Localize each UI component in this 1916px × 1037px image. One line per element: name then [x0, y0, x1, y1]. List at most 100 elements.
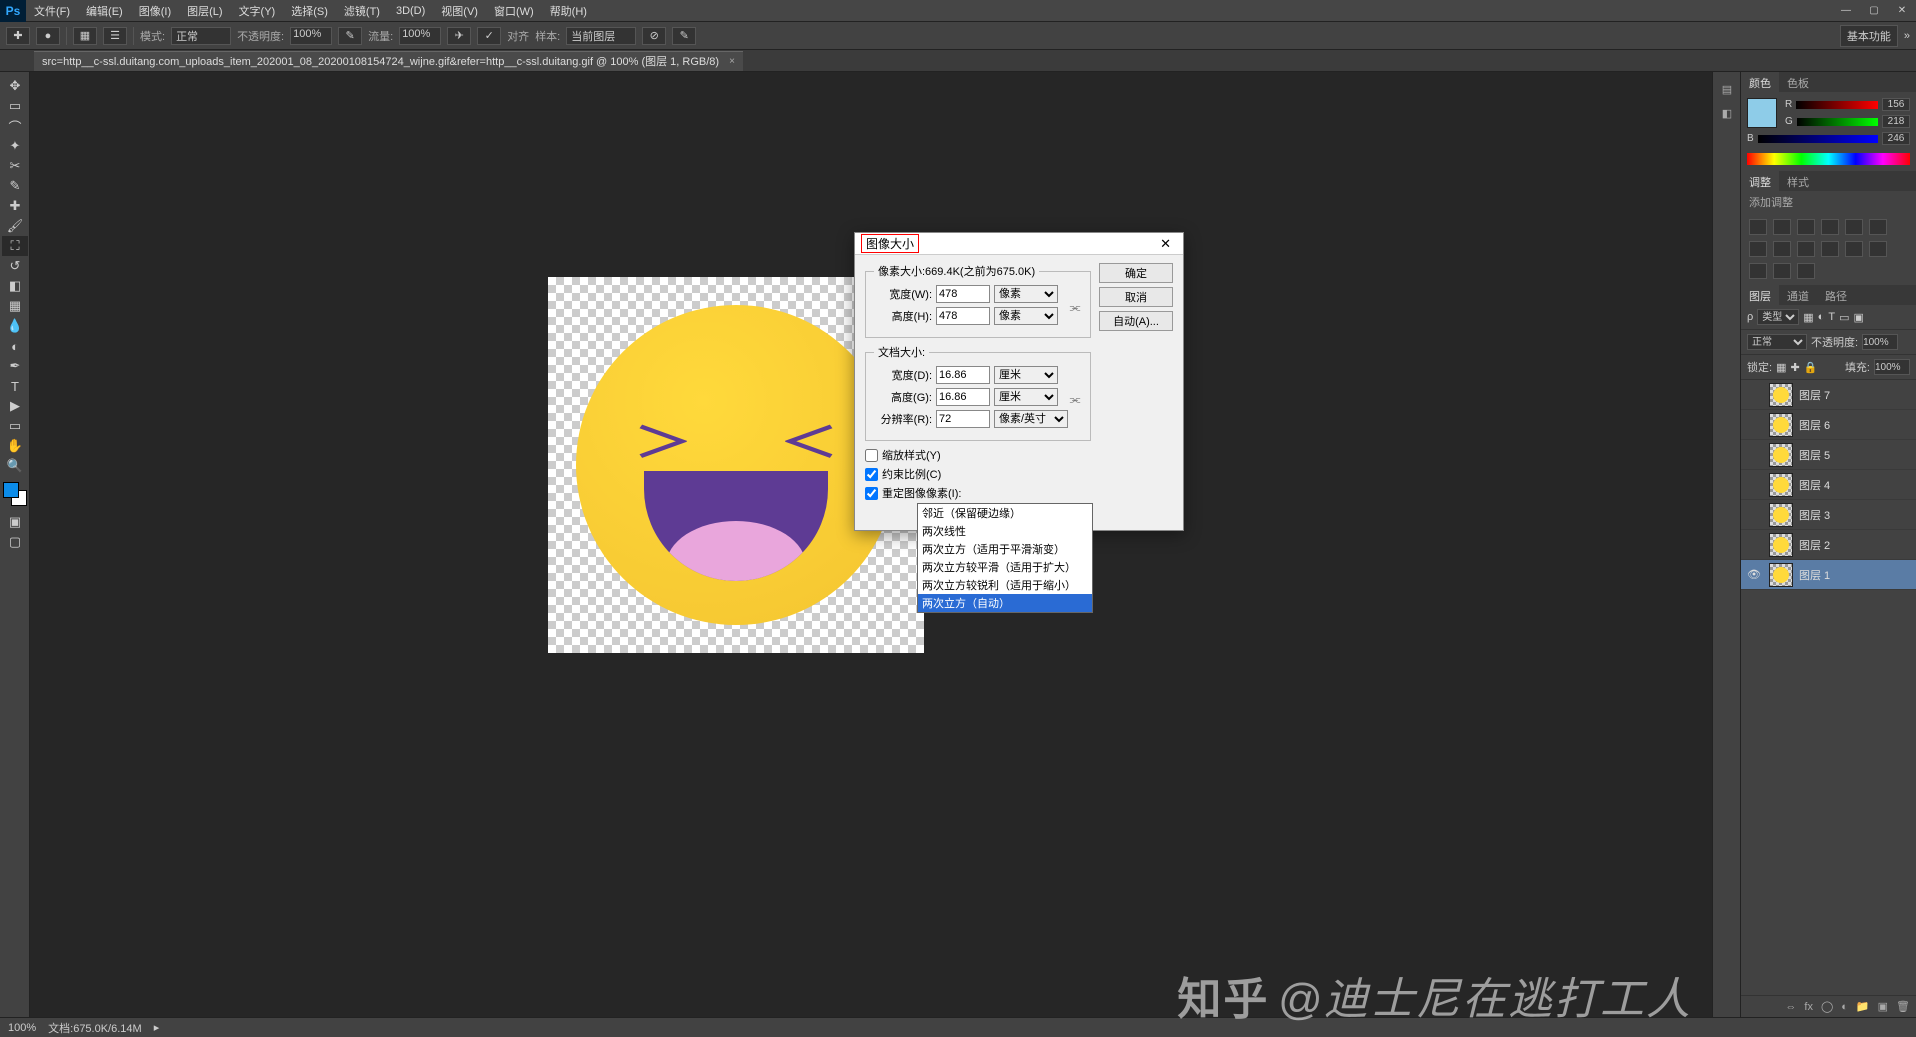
- workspace-switcher[interactable]: 基本功能: [1840, 25, 1898, 47]
- pressure-size-icon[interactable]: ✎: [672, 27, 696, 45]
- maximize-button[interactable]: ▢: [1860, 0, 1888, 22]
- adj-curves-icon[interactable]: [1797, 219, 1815, 235]
- move-tool[interactable]: ✥: [2, 76, 28, 96]
- dropdown-item[interactable]: 两次立方（自动）: [918, 594, 1092, 612]
- r-slider[interactable]: [1796, 101, 1878, 109]
- minimize-button[interactable]: —: [1832, 0, 1860, 22]
- flow-field[interactable]: 100%: [399, 27, 441, 45]
- dropdown-item[interactable]: 邻近（保留硬边缘）: [918, 504, 1092, 522]
- shape-tool[interactable]: ▭: [2, 416, 28, 436]
- scale-styles-checkbox[interactable]: [865, 449, 878, 462]
- menu-select[interactable]: 选择(S): [283, 0, 336, 23]
- screenmode-tool[interactable]: ▢: [2, 532, 28, 552]
- menu-view[interactable]: 视图(V): [433, 0, 486, 23]
- wand-tool[interactable]: ✦: [2, 136, 28, 156]
- width-unit-select[interactable]: 像素: [994, 285, 1058, 303]
- dropdown-item[interactable]: 两次立方较平滑（适用于扩大）: [918, 558, 1092, 576]
- blur-tool[interactable]: 💧: [2, 316, 28, 336]
- adj-exposure-icon[interactable]: [1821, 219, 1839, 235]
- visibility-toggle[interactable]: 👁: [1745, 568, 1763, 581]
- lock-position-icon[interactable]: ✚: [1790, 361, 1799, 374]
- pen-tool[interactable]: ✒: [2, 356, 28, 376]
- gradient-tool[interactable]: ▦: [2, 296, 28, 316]
- type-tool[interactable]: T: [2, 376, 28, 396]
- tab-color[interactable]: 颜色: [1741, 72, 1779, 92]
- filter-adjust-icon[interactable]: ◐: [1818, 311, 1825, 323]
- layer-row[interactable]: 图层 7: [1741, 380, 1916, 410]
- doc-height-unit-select[interactable]: 厘米: [994, 388, 1058, 406]
- link-layers-icon[interactable]: ⇔: [1785, 1001, 1796, 1013]
- doc-info[interactable]: 文档:675.0K/6.14M: [48, 1020, 142, 1036]
- workspace-chevron-icon[interactable]: »: [1904, 30, 1910, 42]
- layer-filter-kind[interactable]: 类型: [1757, 309, 1799, 325]
- close-button[interactable]: ✕: [1888, 0, 1916, 22]
- height-field[interactable]: [936, 307, 990, 325]
- resample-checkbox[interactable]: [865, 487, 878, 500]
- layer-row[interactable]: 图层 3: [1741, 500, 1916, 530]
- adj-posterize-icon[interactable]: [1869, 241, 1887, 257]
- eraser-tool[interactable]: ◧: [2, 276, 28, 296]
- align-icon[interactable]: ✓: [477, 27, 501, 45]
- doc-info-chevron-icon[interactable]: ▸: [154, 1021, 160, 1034]
- layer-row[interactable]: 图层 5: [1741, 440, 1916, 470]
- marquee-tool[interactable]: ▭: [2, 96, 28, 116]
- history-panel-icon[interactable]: ▤: [1715, 78, 1739, 100]
- brush-settings-icon[interactable]: ☰: [103, 27, 127, 45]
- b-value[interactable]: 246: [1882, 132, 1910, 145]
- height-unit-select[interactable]: 像素: [994, 307, 1058, 325]
- width-field[interactable]: [936, 285, 990, 303]
- doc-width-unit-select[interactable]: 厘米: [994, 366, 1058, 384]
- stamp-tool[interactable]: ⛶: [2, 236, 28, 256]
- dropdown-item[interactable]: 两次立方（适用于平滑渐变）: [918, 540, 1092, 558]
- color-swatch[interactable]: [3, 482, 27, 506]
- adj-vibrance-icon[interactable]: [1845, 219, 1863, 235]
- g-value[interactable]: 218: [1882, 115, 1910, 128]
- menu-help[interactable]: 帮助(H): [542, 0, 595, 23]
- menu-image[interactable]: 图像(I): [131, 0, 179, 23]
- hue-ramp[interactable]: [1747, 153, 1910, 165]
- doc-width-field[interactable]: [936, 366, 990, 384]
- delete-layer-icon[interactable]: 🗑: [1896, 1000, 1910, 1013]
- g-slider[interactable]: [1797, 118, 1878, 126]
- ignore-adjust-icon[interactable]: ⊘: [642, 27, 666, 45]
- zoom-tool[interactable]: 🔍: [2, 456, 28, 476]
- lock-all-icon[interactable]: 🔒: [1804, 361, 1818, 374]
- add-mask-icon[interactable]: ◯: [1821, 1000, 1833, 1013]
- filter-pixel-icon[interactable]: ▦: [1803, 311, 1813, 324]
- sample-select[interactable]: 当前图层: [566, 27, 636, 45]
- adj-bw-icon[interactable]: [1749, 241, 1767, 257]
- foreground-color-swatch[interactable]: [3, 482, 19, 498]
- dodge-tool[interactable]: ◐: [2, 336, 28, 356]
- filter-smart-icon[interactable]: ▣: [1853, 311, 1863, 324]
- adj-invert-icon[interactable]: [1845, 241, 1863, 257]
- layer-row[interactable]: 图层 2: [1741, 530, 1916, 560]
- document-tab[interactable]: src=http__c-ssl.duitang.com_uploads_item…: [34, 51, 743, 71]
- lasso-tool[interactable]: ⌒: [2, 116, 28, 136]
- canvas-area[interactable]: ＞ ＜ 知乎@迪士尼在逃打工人: [30, 72, 1712, 1017]
- adj-threshold-icon[interactable]: [1749, 263, 1767, 279]
- menu-edit[interactable]: 编辑(E): [78, 0, 131, 23]
- b-slider[interactable]: [1758, 135, 1878, 143]
- link-dimensions-icon[interactable]: ⫘: [1068, 285, 1082, 329]
- adj-lookup-icon[interactable]: [1821, 241, 1839, 257]
- heal-tool[interactable]: ✚: [2, 196, 28, 216]
- doc-height-field[interactable]: [936, 388, 990, 406]
- eyedropper-tool[interactable]: ✎: [2, 176, 28, 196]
- dialog-close-icon[interactable]: ✕: [1154, 236, 1177, 252]
- resolution-field[interactable]: [936, 410, 990, 428]
- menu-3d[interactable]: 3D(D): [388, 1, 433, 21]
- menu-filter[interactable]: 滤镜(T): [336, 0, 388, 23]
- adj-levels-icon[interactable]: [1773, 219, 1791, 235]
- auto-button[interactable]: 自动(A)...: [1099, 311, 1173, 331]
- color-preview-swatch[interactable]: [1747, 98, 1777, 128]
- tab-adjustments[interactable]: 调整: [1741, 171, 1779, 191]
- cancel-button[interactable]: 取消: [1099, 287, 1173, 307]
- hand-tool[interactable]: ✋: [2, 436, 28, 456]
- history-brush-tool[interactable]: ↺: [2, 256, 28, 276]
- tab-close-icon[interactable]: ×: [729, 56, 735, 67]
- menu-file[interactable]: 文件(F): [26, 0, 78, 23]
- adj-hue-icon[interactable]: [1869, 219, 1887, 235]
- resolution-unit-select[interactable]: 像素/英寸: [994, 410, 1068, 428]
- brush-preset-icon[interactable]: ●: [36, 27, 60, 45]
- tab-styles[interactable]: 样式: [1779, 171, 1817, 191]
